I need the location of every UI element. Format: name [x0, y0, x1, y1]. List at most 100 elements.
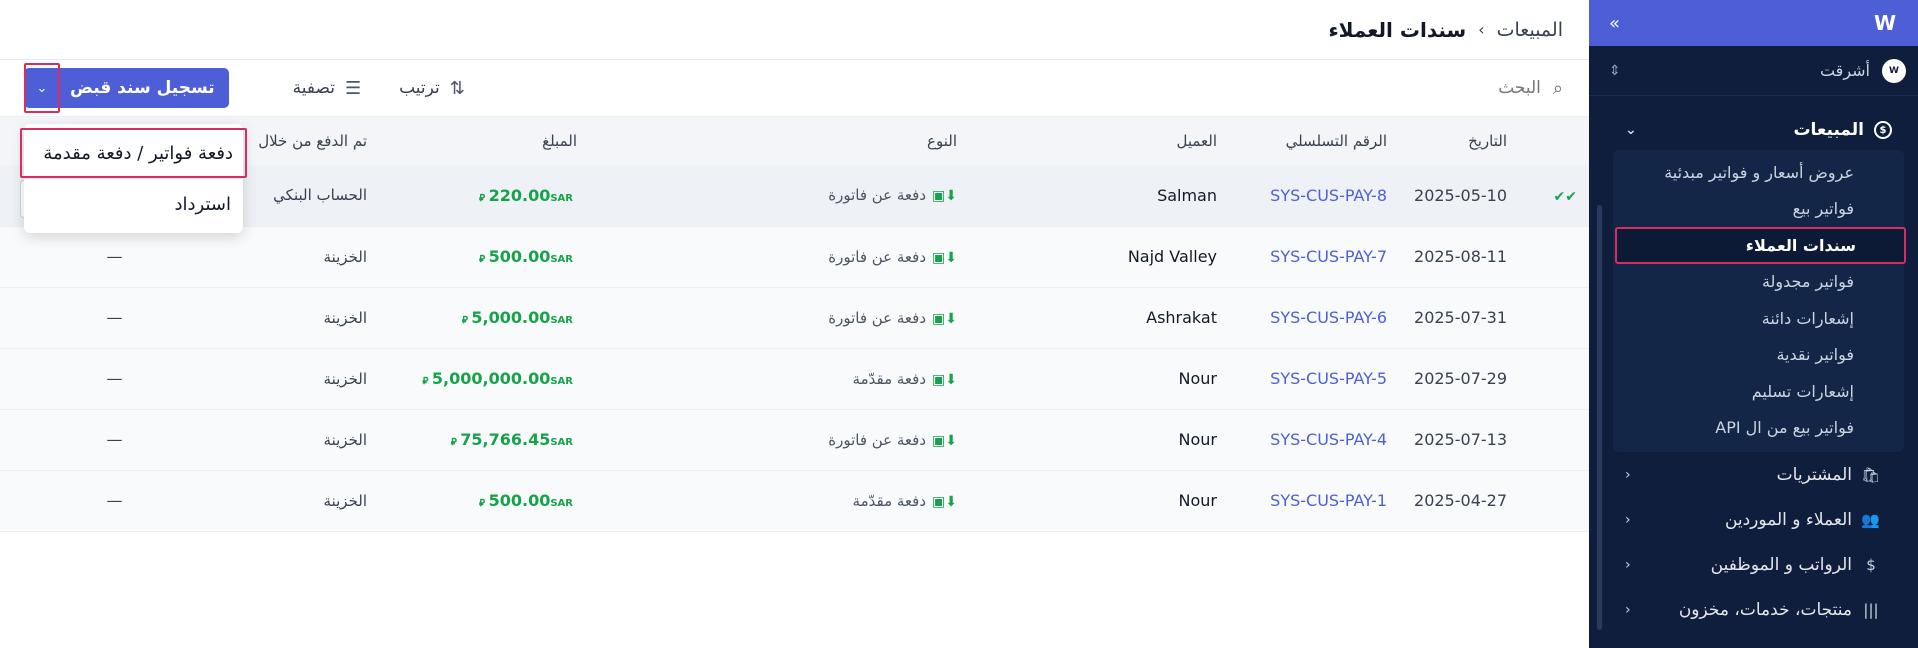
sidebar-item-label: المشتريات	[1776, 464, 1852, 485]
sidebar-item-quotes[interactable]: عروض أسعار و فواتير مبدئية	[1613, 154, 1904, 191]
org-switcher[interactable]: W أشرقت ⇕	[1589, 46, 1918, 96]
row-extra: —	[106, 247, 123, 266]
wallet-download-icon: ⬇▣	[932, 371, 957, 388]
row-date: 2025-05-10	[1414, 185, 1507, 205]
app-logo-icon: W	[1873, 11, 1897, 35]
sidebar-item-credit-notes[interactable]: إشعارات دائنة	[1613, 300, 1904, 337]
sidebar-item-cash-invoices[interactable]: فواتير نقدية	[1613, 337, 1904, 374]
record-receipt-menu: دفعة فواتير / دفعة مقدمة استرداد	[20, 124, 247, 233]
row-amount: 5,000.00SAR ⃁	[379, 287, 589, 348]
row-customer: Najd Valley	[1127, 247, 1217, 266]
row-serial-link[interactable]: SYS-CUS-PAY-6	[1229, 287, 1399, 348]
row-extra: —	[106, 308, 123, 327]
row-serial-link[interactable]: SYS-CUS-PAY-4	[1229, 409, 1399, 470]
row-amount-value: 5,000,000.00	[431, 369, 551, 388]
row-type-label: دفعة عن فاتورة	[828, 186, 927, 205]
row-type-label: دفعة عن فاتورة	[828, 430, 927, 449]
table-row[interactable]: 2025-08-11 SYS-CUS-PAY-7 Najd Valley ⬇▣ د…	[0, 226, 1589, 287]
header-customer[interactable]: العميل	[969, 117, 1229, 165]
page-title: سندات العملاء	[1328, 17, 1467, 42]
row-serial-link[interactable]: SYS-CUS-PAY-8	[1229, 165, 1399, 226]
row-extra: —	[106, 491, 123, 510]
sort-arrows-icon: ⇅	[449, 77, 465, 99]
chevron-left-icon: ‹	[1625, 466, 1631, 483]
toolbar: ⌕ ⇅ ترتيب ☰ تصفية تسجيل سند قبض ⌄	[0, 60, 1589, 117]
row-serial-link[interactable]: SYS-CUS-PAY-7	[1229, 226, 1399, 287]
sidebar: W » W أشرقت ⇕ $ المبيعات ⌄ عروض أسعار و …	[1589, 0, 1918, 648]
header-type[interactable]: النوع	[589, 117, 969, 165]
wallet-download-icon: ⬇▣	[932, 188, 957, 205]
row-status	[1519, 287, 1589, 348]
sidebar-item-api-invoices[interactable]: فواتير بيع من ال API	[1613, 410, 1904, 447]
filter-button[interactable]: ☰ تصفية	[279, 78, 375, 99]
double-check-icon: ✔✔	[1553, 188, 1577, 205]
sort-button[interactable]: ⇅ ترتيب	[385, 78, 479, 99]
table-row[interactable]: 2025-07-13 SYS-CUS-PAY-4 Nour ⬇▣ دفعة عن …	[0, 409, 1589, 470]
header-serial[interactable]: الرقم التسلسلي	[1229, 117, 1399, 165]
row-status: ✔✔	[1519, 165, 1589, 226]
sidebar-item-payroll[interactable]: $ الرواتب و الموظفين ‹	[1589, 542, 1918, 587]
sidebar-section-items: عروض أسعار و فواتير مبدئية فواتير بيع سن…	[1613, 150, 1906, 452]
wallet-download-icon: ⬇▣	[932, 249, 957, 266]
filter-label: تصفية	[292, 78, 335, 98]
header-paid-via[interactable]: تم الدفع من خلال	[229, 117, 379, 165]
record-receipt-button[interactable]: تسجيل سند قبض ⌄	[24, 63, 229, 113]
row-paid-via: الخزينة	[323, 247, 367, 266]
row-amount: 5,000,000.00SAR ⃁	[379, 348, 589, 409]
org-name: أشرقت	[1819, 61, 1870, 80]
sidebar-item-customer-receipts[interactable]: سندات العملاء	[1615, 227, 1906, 264]
row-serial-link[interactable]: SYS-CUS-PAY-5	[1229, 348, 1399, 409]
row-serial-link[interactable]: SYS-CUS-PAY-1	[1229, 470, 1399, 531]
header-select	[1519, 117, 1589, 165]
sidebar-top-bar: W »	[1589, 0, 1918, 46]
menu-item-refund[interactable]: استرداد	[24, 179, 243, 229]
table-row[interactable]: 2025-07-31 SYS-CUS-PAY-6 Ashrakat ⬇▣ دفعة…	[0, 287, 1589, 348]
row-type-label: دفعة عن فاتورة	[828, 247, 927, 266]
sidebar-item-products[interactable]: ||| منتجات، خدمات، مخزون ‹	[1589, 587, 1918, 632]
row-status	[1519, 409, 1589, 470]
row-type-label: دفعة مقدّمة	[852, 491, 927, 510]
row-amount-value: 220.00	[488, 185, 551, 205]
row-amount-value: 75,766.45	[460, 430, 551, 449]
sidebar-section-sales-header[interactable]: $ المبيعات ⌄	[1613, 110, 1904, 150]
row-type: ⬇▣ دفعة عن فاتورة	[589, 226, 969, 287]
sidebar-item-contacts[interactable]: 👥 العملاء و الموردين ‹	[1589, 497, 1918, 542]
breadcrumb-parent[interactable]: المبيعات	[1497, 19, 1563, 41]
search-input[interactable]	[1370, 78, 1541, 98]
dollar-circle-icon: $	[1874, 121, 1892, 139]
users-icon: 👥	[1861, 510, 1880, 529]
wallet-download-icon: ⬇▣	[932, 432, 957, 449]
row-type: ⬇▣ دفعة مقدّمة	[589, 470, 969, 531]
barcode-icon: |||	[1863, 600, 1879, 619]
row-type-label: دفعة عن فاتورة	[828, 308, 927, 327]
row-type-label: دفعة مقدّمة	[852, 369, 927, 388]
row-amount-value: 500.00	[488, 247, 551, 266]
sidebar-item-delivery-notes[interactable]: إشعارات تسليم	[1613, 373, 1904, 410]
menu-item-invoice-payment[interactable]: دفعة فواتير / دفعة مقدمة	[20, 128, 247, 178]
row-amount: 500.00SAR ⃁	[379, 470, 589, 531]
record-receipt-label[interactable]: تسجيل سند قبض	[60, 68, 229, 108]
search-box: ⌕	[1343, 78, 1563, 99]
table-row[interactable]: 2025-07-29 SYS-CUS-PAY-5 Nour ⬇▣ دفعة مقد…	[0, 348, 1589, 409]
chevron-updown-icon: ⇕	[1609, 62, 1621, 79]
row-date: 2025-07-29	[1414, 369, 1507, 388]
sidebar-item-scheduled-invoices[interactable]: فواتير مجدولة	[1613, 264, 1904, 301]
payroll-icon: $	[1866, 555, 1876, 574]
sidebar-item-purchases[interactable]: 🛍 المشتريات ‹	[1589, 452, 1918, 497]
collapse-sidebar-icon[interactable]: »	[1609, 13, 1620, 34]
header-amount[interactable]: المبلغ	[379, 117, 589, 165]
sidebar-scrollbar[interactable]	[1597, 205, 1602, 630]
row-extra: —	[106, 369, 123, 388]
main-content: المبيعات › سندات العملاء ⌕ ⇅ ترتيب ☰ تصف…	[0, 0, 1589, 648]
row-customer: Ashrakat	[1146, 308, 1217, 327]
row-type: ⬇▣ دفعة عن فاتورة	[589, 287, 969, 348]
table-row[interactable]: 2025-04-27 SYS-CUS-PAY-1 Nour ⬇▣ دفعة مقد…	[0, 470, 1589, 531]
sidebar-item-sales-invoices[interactable]: فواتير بيع	[1613, 191, 1904, 228]
row-date: 2025-07-13	[1414, 430, 1507, 449]
header-date[interactable]: التاريخ	[1399, 117, 1519, 165]
wallet-download-icon: ⬇▣	[932, 493, 957, 510]
row-amount-value: 500.00	[488, 491, 551, 510]
sidebar-item-label: الرواتب و الموظفين	[1710, 554, 1852, 575]
chevron-down-icon[interactable]: ⌄	[24, 63, 60, 113]
row-paid-via: الخزينة	[323, 308, 367, 327]
